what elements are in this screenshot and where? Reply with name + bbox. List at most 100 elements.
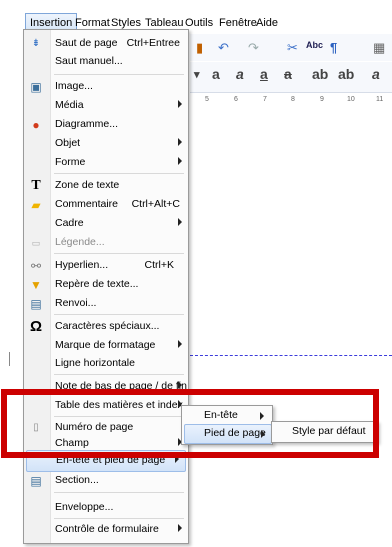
menu-separator [54,518,184,519]
insertion-menu: ⇟ Saut de page Ctrl+Entree Saut manuel..… [23,29,189,544]
menu-item-envelope[interactable]: Enveloppe... [24,498,188,518]
menu-item-label: Forme [55,156,86,168]
menu-item-label: Image... [55,80,93,92]
menu-item-shape[interactable]: Forme [24,153,188,173]
page-break-icon: ⇟ [31,38,41,49]
menu-item-label: Marque de formatage [55,339,156,351]
hyperlink-icon: ⚯ [30,259,42,273]
submenu-arrow-icon [178,100,182,108]
image-icon: ▣ [30,80,42,94]
menu-item-shortcut: Ctrl+Entree [126,37,180,49]
menu-item-label: Caractères spéciaux... [55,320,160,332]
menu-item-label: Cadre [55,217,84,229]
menu-item-shortcut: Ctrl+Alt+C [131,198,180,210]
ruler-tick: 8 [291,96,295,103]
menu-item-shortcut: Ctrl+K [144,259,174,271]
superscript-button[interactable]: ab [312,66,328,82]
submenu-arrow-icon [178,524,182,532]
menu-tableau[interactable]: Tableau [145,17,184,29]
menu-item-manual-break[interactable]: Saut manuel... [24,52,188,72]
menu-item-hyperlink[interactable]: ⚯ Hyperlien... Ctrl+K [24,256,188,276]
menu-item-label: Média [55,99,84,111]
menu-item-page-break[interactable]: ⇟ Saut de page Ctrl+Entree [24,34,188,54]
submenu-arrow-icon [178,138,182,146]
submenu-arrow-icon [178,218,182,226]
menu-item-horizontal-line[interactable]: Ligne horizontale [24,354,188,374]
ruler-tick: 6 [234,96,238,103]
menu-item-caption[interactable]: ▭ Légende... [24,233,188,253]
text-box-icon: T [31,178,41,193]
menu-item-label: Zone de texte [55,179,120,191]
omega-icon: Ω [29,318,43,335]
dropdown-arrow-icon[interactable]: ▾ [194,68,200,81]
spellcheck-icon[interactable]: Abc [306,40,323,50]
menu-item-label: Renvoi... [55,297,97,309]
submenu-arrow-icon [178,381,182,389]
menu-item-special-characters[interactable]: Ω Caractères spéciaux... [24,317,188,337]
menu-fenetre[interactable]: Fenêtre [219,17,257,29]
margin-marker [9,352,10,366]
menu-item-label: Saut manuel... [55,55,123,67]
redo-icon[interactable]: ↷ [248,40,259,56]
table-icon[interactable]: ▦ [373,40,385,56]
menu-item-object[interactable]: Objet [24,134,188,154]
menu-item-chart[interactable]: ● Diagramme... [24,115,188,135]
menu-item-frame[interactable]: Cadre [24,214,188,234]
menu-separator [54,374,184,375]
menu-separator [54,492,184,493]
menu-separator [54,253,184,254]
ruler-tick: 11 [376,96,384,103]
menu-item-media[interactable]: Média [24,96,188,116]
menu-item-label: Commentaire [55,198,119,210]
ruler-tick: 5 [205,96,209,103]
bookmark-icon: ▼ [30,278,42,292]
menu-separator [54,314,184,315]
menu-item-section[interactable]: ▤ Section... [24,471,188,491]
menu-bar: Insertion Format Styles Tableau Outils F… [0,0,392,33]
italic-button[interactable]: a [236,66,244,82]
page-boundary-line [190,355,392,356]
submenu-arrow-icon [178,157,182,165]
menu-item-cross-reference[interactable]: ▤ Renvoi... [24,294,188,314]
brush-icon[interactable]: ▮ [196,40,203,56]
ruler-tick: 9 [320,96,324,103]
menu-item-bookmark[interactable]: ▼ Repère de texte... [24,275,188,295]
menu-separator [54,74,184,75]
menu-item-label: Objet [55,137,81,149]
menu-item-text-box[interactable]: T Zone de texte [24,176,188,196]
menu-item-comment[interactable]: ▰ Commentaire Ctrl+Alt+C [24,195,188,215]
menu-styles[interactable]: Styles [111,17,141,29]
menu-outils[interactable]: Outils [185,17,213,29]
strikethrough-button[interactable]: a [284,66,292,82]
menu-item-image[interactable]: ▣ Image... [24,77,188,97]
underline-button[interactable]: a [260,66,268,82]
chart-icon: ● [32,118,40,132]
menu-item-label: Saut de page [55,37,118,49]
submenu-arrow-icon [178,340,182,348]
section-icon: ▤ [30,474,42,488]
menu-separator [54,173,184,174]
clear-formatting-button[interactable]: a [372,66,380,82]
menu-item-label: Ligne horizontale [55,357,135,369]
cross-reference-icon: ▤ [30,297,42,311]
menu-item-formatting-mark[interactable]: Marque de formatage [24,336,188,356]
menu-item-label: Diagramme... [55,118,119,130]
menu-item-label: Section... [55,474,99,486]
formatting-marks-icon[interactable]: ¶ [330,40,337,55]
red-highlight-box [1,389,379,458]
comment-icon: ▰ [31,198,41,212]
menu-item-label: Légende... [55,236,105,248]
undo-icon[interactable]: ↶ [218,40,229,56]
find-replace-icon[interactable]: ✂ [287,40,298,56]
menu-item-label: Repère de texte... [55,278,139,290]
caption-icon: ▭ [31,238,41,248]
subscript-button[interactable]: ab [338,66,354,82]
menu-format[interactable]: Format [75,17,110,29]
ruler-tick: 10 [347,96,355,103]
menu-item-label: Contrôle de formulaire [55,523,159,535]
menu-item-form-control[interactable]: Contrôle de formulaire [24,520,188,540]
bold-button[interactable]: a [212,66,220,82]
menu-aide[interactable]: Aide [256,17,278,29]
ruler-tick: 7 [263,96,267,103]
menu-item-label: Hyperlien... [55,259,109,271]
